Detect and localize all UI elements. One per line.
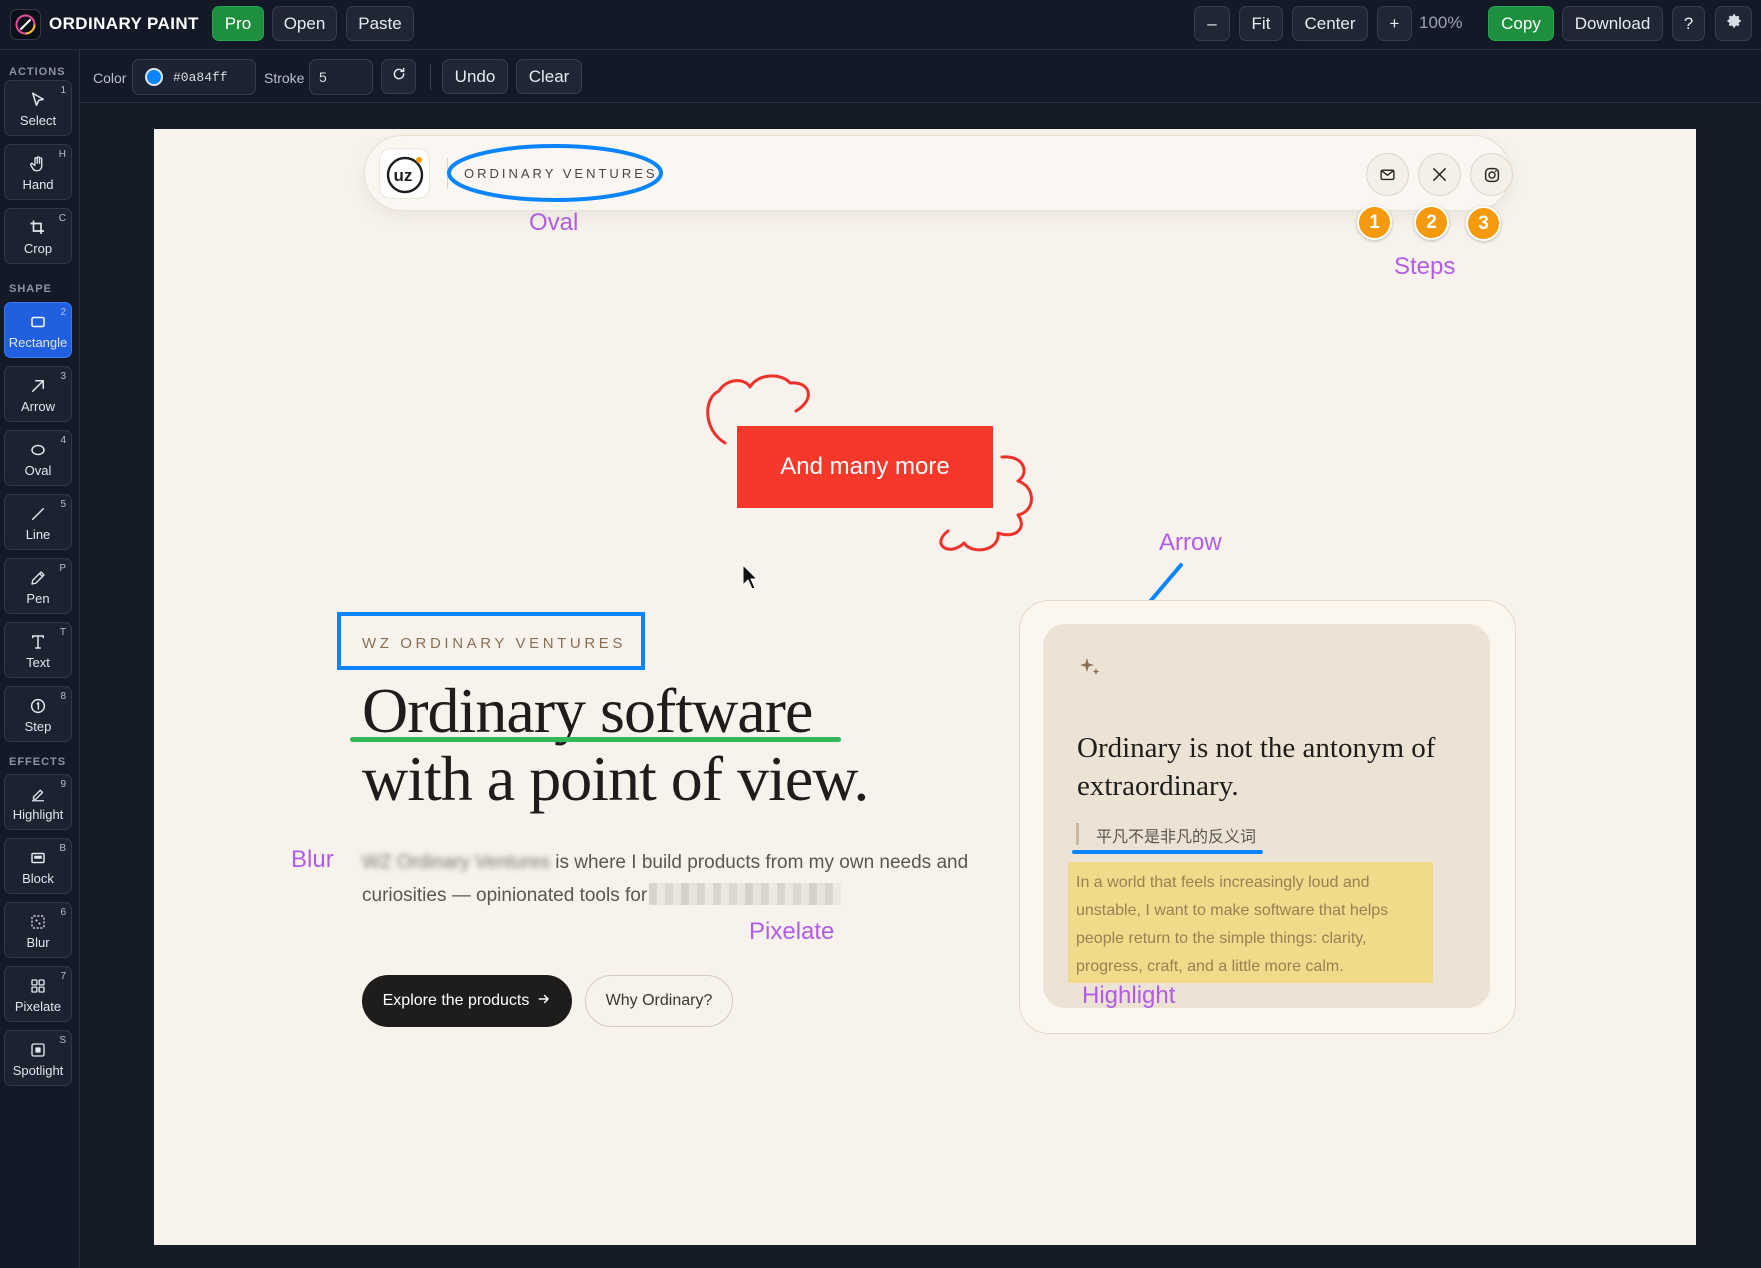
fit-button[interactable]: Fit [1239, 6, 1283, 41]
zoom-level: 100% [1419, 13, 1463, 32]
step-marker-2[interactable]: 2 [1414, 205, 1449, 240]
and-many-more-block[interactable]: And many more [737, 426, 993, 508]
mouse-cursor-icon [742, 563, 759, 590]
oval-icon [28, 440, 48, 460]
tool-line[interactable]: 5 Line [4, 494, 72, 550]
highlighter-icon [28, 784, 48, 804]
tool-oval[interactable]: 4 Oval [4, 430, 72, 486]
hero-headline: Ordinary software with a point of view. [362, 675, 869, 814]
tool-highlight[interactable]: 9 Highlight [4, 774, 72, 830]
spotlight-icon [28, 1040, 48, 1060]
zoom-in-button[interactable]: + [1377, 6, 1412, 41]
quote-chinese: 平凡不是非凡的反义词 [1096, 827, 1257, 846]
step-icon [28, 696, 48, 716]
tool-pen[interactable]: P Pen [4, 558, 72, 614]
line-annotation[interactable] [350, 737, 841, 742]
style-toolbar: Color #0a84ff Stroke Undo Clear [80, 50, 1761, 103]
color-label: Color [93, 70, 127, 86]
section-shape-label: SHAPE [9, 283, 52, 295]
hand-icon [28, 154, 48, 174]
oval-annotation-label: Oval [529, 209, 579, 236]
paste-button[interactable]: Paste [346, 6, 414, 41]
tool-step[interactable]: 8 Step [4, 686, 72, 742]
tool-select[interactable]: 1 Select [4, 80, 72, 136]
arrow-right-icon [537, 992, 551, 1011]
why-ordinary-button[interactable]: Why Ordinary? [585, 975, 733, 1027]
crop-icon [28, 218, 48, 238]
blurred-text: WZ Ordinary Ventures [362, 852, 550, 873]
pro-button[interactable]: Pro [212, 6, 264, 41]
block-icon [28, 848, 48, 868]
center-button[interactable]: Center [1292, 6, 1368, 41]
arrow-annotation-label: Arrow [1159, 529, 1222, 556]
arrow-icon [28, 376, 48, 396]
canvas[interactable]: uz ORDINARY VENTURES Oval 1 2 3 Steps An… [154, 129, 1696, 1245]
tool-blur[interactable]: 6 Blur [4, 902, 72, 958]
step-marker-3[interactable]: 3 [1466, 206, 1501, 241]
quote-accent-bar [1076, 823, 1079, 845]
open-button[interactable]: Open [272, 6, 337, 41]
stroke-label: Stroke [264, 70, 305, 86]
undo-button[interactable]: Undo [442, 59, 508, 94]
tool-pixelate[interactable]: 7 Pixelate [4, 966, 72, 1022]
cursor-icon [28, 90, 48, 110]
line-icon [28, 504, 48, 524]
pixelated-region [649, 883, 842, 905]
step-marker-1[interactable]: 1 [1357, 205, 1392, 240]
tool-spotlight[interactable]: S Spotlight [4, 1030, 72, 1086]
color-value: #0a84ff [173, 69, 228, 85]
app-title: ORDINARY PAINT [49, 14, 199, 33]
oval-annotation [447, 144, 663, 202]
stroke-input[interactable] [309, 59, 373, 95]
highlight-annotation-label: Highlight [1082, 982, 1176, 1009]
tool-crop[interactable]: C Crop [4, 208, 72, 264]
tool-rail: ACTIONS 1 Select H Hand C Crop SHAPE 2 R… [0, 50, 80, 1268]
tool-text[interactable]: T Text [4, 622, 72, 678]
blur-icon [28, 912, 48, 932]
pen-icon [28, 568, 48, 588]
tool-hand[interactable]: H Hand [4, 144, 72, 200]
tool-rectangle[interactable]: 2 Rectangle [4, 302, 72, 358]
pixelate-icon [28, 976, 48, 996]
quote-body: In a world that feels increasingly loud … [1076, 874, 1389, 975]
rectangle-icon [28, 312, 48, 332]
headline-line-2: with a point of view. [362, 743, 869, 814]
refresh-icon [391, 66, 407, 87]
toolbar-divider [430, 64, 431, 90]
help-button[interactable]: ? [1672, 6, 1705, 41]
tool-block[interactable]: B Block [4, 838, 72, 894]
reset-button[interactable] [381, 59, 416, 94]
blue-line-annotation[interactable] [1072, 850, 1263, 854]
zoom-out-button[interactable]: – [1194, 6, 1230, 41]
steps-annotation-label: Steps [1394, 253, 1456, 280]
section-effects-label: EFFECTS [9, 756, 67, 768]
gear-icon [1725, 12, 1743, 35]
top-bar: ORDINARY PAINT Pro Open Paste – Fit Cent… [0, 0, 1761, 50]
sparkle-icon [1078, 655, 1102, 684]
copy-button[interactable]: Copy [1488, 6, 1554, 41]
app-logo-icon [10, 9, 41, 40]
hero-lead: WZ Ordinary Ventures is where I build pr… [362, 846, 982, 912]
color-picker[interactable]: #0a84ff [132, 59, 256, 95]
download-button[interactable]: Download [1562, 6, 1663, 41]
hero-eyebrow: WZ ORDINARY VENTURES [362, 635, 626, 652]
blur-annotation-label: Blur [291, 846, 334, 873]
settings-button[interactable] [1715, 6, 1752, 41]
tool-arrow[interactable]: 3 Arrow [4, 366, 72, 422]
headline-line-1: Ordinary software [362, 675, 813, 746]
color-swatch [145, 68, 163, 86]
pixelate-annotation-label: Pixelate [749, 918, 835, 945]
clear-button[interactable]: Clear [516, 59, 582, 94]
text-icon [28, 632, 48, 652]
explore-products-button[interactable]: Explore the products [362, 975, 572, 1027]
section-actions-label: ACTIONS [9, 66, 66, 78]
quote-text: Ordinary is not the antonym of extraordi… [1077, 732, 1436, 802]
